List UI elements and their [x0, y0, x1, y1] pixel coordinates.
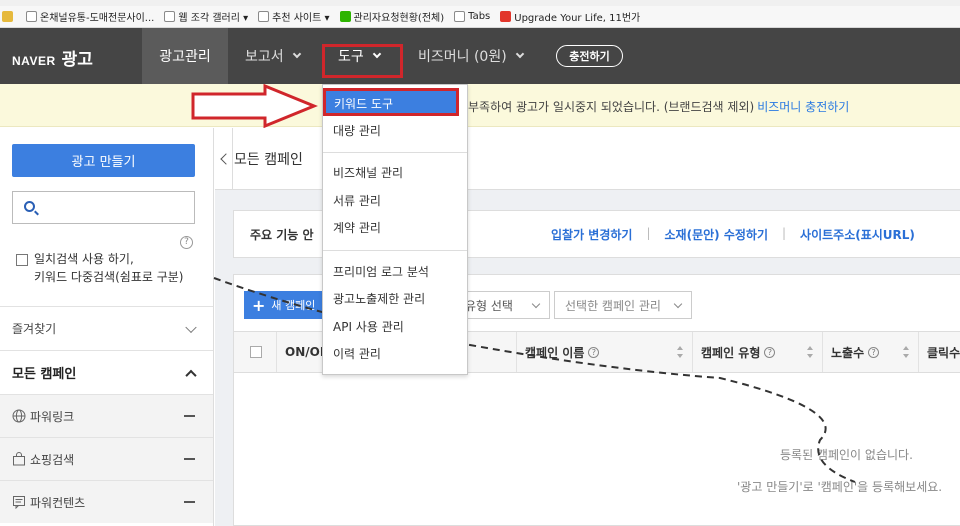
sort-icon[interactable]	[903, 346, 910, 358]
type-select[interactable]: 유형 선택	[454, 291, 550, 319]
bookmark-item[interactable]: 관리자요청현황(전체)	[339, 9, 444, 24]
page-title: 모든 캠페인	[234, 152, 303, 168]
red-arrow-annotation	[191, 84, 318, 128]
sidebar: 광고 만들기 ? 일치검색 사용 하기, 키워드 다중검색(쉼표로 구분) 즐겨…	[0, 128, 214, 526]
empty-message: 등록된 캠페인이 없습니다.	[780, 448, 913, 462]
globe-icon	[12, 409, 26, 423]
create-ad-button[interactable]: 광고 만들기	[12, 144, 195, 177]
bookmark-item[interactable]: 추천 사이트 ▾	[258, 9, 330, 24]
page-icon	[164, 11, 176, 22]
sidebar-item-powerlink[interactable]: 파워링크	[0, 394, 213, 437]
plus-icon: +	[252, 295, 266, 315]
menu-item-bulk-manage[interactable]: 대량 관리	[323, 117, 467, 143]
column-campaign-name[interactable]: 캠페인 이름?	[516, 332, 692, 372]
menu-item-api-usage[interactable]: API 사용 관리	[323, 313, 467, 339]
minus-icon[interactable]	[184, 458, 195, 460]
bookmark-folder-icon[interactable]	[2, 11, 16, 22]
sidebar-item-shopping[interactable]: 쇼핑검색	[0, 437, 213, 480]
column-campaign-type[interactable]: 캠페인 유형?	[692, 332, 822, 372]
nav-ad-manage[interactable]: 광고관리	[142, 28, 228, 84]
menu-item-ad-exposure-limit[interactable]: 광고노출제한 관리	[323, 285, 467, 311]
all-campaigns-section[interactable]: 모든 캠페인	[0, 350, 213, 394]
column-impressions[interactable]: 노출수?	[822, 332, 918, 372]
exact-match-option[interactable]: 일치검색 사용 하기, 키워드 다중검색(쉼표로 구분)	[16, 250, 183, 286]
help-icon[interactable]: ?	[764, 346, 776, 358]
separator: |	[781, 226, 787, 240]
menu-item-premium-log[interactable]: 프리미엄 로그 분석	[323, 258, 467, 284]
bookmark-item[interactable]: Upgrade Your Life, 11번가	[500, 9, 640, 24]
shopping-bag-icon	[13, 452, 25, 466]
content-icon	[13, 496, 25, 509]
feature-links: 입찰가 변경하기 | 소재(문안) 수정하기 | 사이트주소(표시URL)	[551, 226, 915, 243]
bookmark-item[interactable]: 웹 조각 갤러리 ▾	[164, 9, 248, 24]
help-icon[interactable]: ?	[180, 236, 193, 249]
select-all-checkbox[interactable]	[250, 346, 262, 358]
biz-money-charge-link[interactable]: 비즈머니 충전하기	[757, 100, 849, 114]
sort-icon[interactable]	[807, 346, 814, 358]
exact-match-checkbox[interactable]	[16, 254, 28, 266]
charge-button[interactable]: 충전하기	[556, 45, 623, 67]
tools-highlight-box	[322, 44, 403, 78]
chevron-down-icon	[673, 299, 683, 309]
edit-ad-copy-link[interactable]: 소재(문안) 수정하기	[665, 226, 768, 243]
chevron-left-icon	[219, 153, 232, 165]
menu-item-biz-channel[interactable]: 비즈채널 관리	[323, 159, 467, 185]
bookmark-item[interactable]: Tabs	[454, 11, 490, 22]
naver-ad-logo[interactable]: NAVER 광고	[12, 45, 93, 70]
chevron-down-icon	[292, 49, 301, 59]
tools-dropdown-menu: 키워드 도구 대량 관리 비즈채널 관리 서류 관리 계약 관리 프리미엄 로그…	[322, 84, 468, 375]
menu-item-documents[interactable]: 서류 관리	[323, 187, 467, 213]
site-url-link[interactable]: 사이트주소(표시URL)	[800, 226, 915, 243]
column-clicks[interactable]: 클릭수	[918, 332, 960, 372]
menu-divider	[323, 250, 467, 251]
sidebar-item-power-contents[interactable]: 파워컨텐츠	[0, 480, 213, 523]
exact-match-label: 일치검색 사용 하기, 키워드 다중검색(쉼표로 구분)	[34, 252, 184, 284]
empty-hint: '광고 만들기'로 '캠페인'을 등록해보세요.	[737, 480, 943, 494]
sort-icon[interactable]	[677, 346, 684, 358]
page-icon	[258, 11, 270, 22]
menu-item-history[interactable]: 이력 관리	[323, 340, 467, 366]
chevron-up-icon	[185, 369, 197, 381]
nav-report[interactable]: 보고서	[245, 28, 301, 84]
page-icon	[26, 11, 37, 22]
keyword-search-input[interactable]	[12, 191, 195, 224]
separator: |	[646, 226, 651, 240]
chevron-down-icon	[515, 49, 524, 59]
bookmarks-bar: 온채널유통-도매전문사이... 웹 조각 갤러리 ▾ 추천 사이트 ▾ 관리자요…	[0, 6, 960, 28]
change-bid-link[interactable]: 입찰가 변경하기	[551, 226, 632, 243]
collapse-sidebar-button[interactable]	[215, 128, 233, 190]
feature-label: 주요 기능 안	[250, 228, 314, 242]
search-icon	[24, 201, 35, 212]
keyword-tool-highlight-box	[323, 88, 459, 116]
help-icon[interactable]: ?	[868, 346, 880, 358]
minus-icon[interactable]	[184, 501, 195, 503]
notice-text: 부족하여 광고가 일시중지 되었습니다. (브랜드검색 제외) 비즈머니 충전하기	[468, 100, 850, 114]
help-icon[interactable]: ?	[588, 346, 600, 358]
menu-item-contracts[interactable]: 계약 관리	[323, 214, 467, 240]
notice-bar: 부족하여 광고가 일시중지 되었습니다. (브랜드검색 제외) 비즈머니 충전하기	[0, 84, 960, 127]
menu-divider	[323, 152, 467, 153]
chevron-down-icon	[531, 299, 541, 309]
new-campaign-button[interactable]: + 새 캠페인	[244, 291, 322, 319]
folder-icon	[2, 11, 13, 22]
logo-brand: NAVER	[12, 54, 56, 68]
logo-product: 광고	[61, 50, 93, 70]
minus-icon[interactable]	[184, 415, 195, 417]
11st-icon	[500, 11, 512, 22]
naver-icon	[339, 11, 351, 22]
selected-campaign-manage-select[interactable]: 선택한 캠페인 관리	[554, 291, 692, 319]
bookmark-item[interactable]: 온채널유통-도매전문사이...	[26, 9, 154, 24]
top-nav: NAVER 광고 광고관리 보고서 도구 비즈머니 (0원)	[0, 28, 960, 84]
nav-biz-money[interactable]: 비즈머니 (0원)	[418, 28, 524, 84]
page-icon	[454, 11, 466, 22]
chevron-down-icon	[185, 321, 197, 333]
favorites-section[interactable]: 즐겨찾기	[0, 306, 213, 350]
